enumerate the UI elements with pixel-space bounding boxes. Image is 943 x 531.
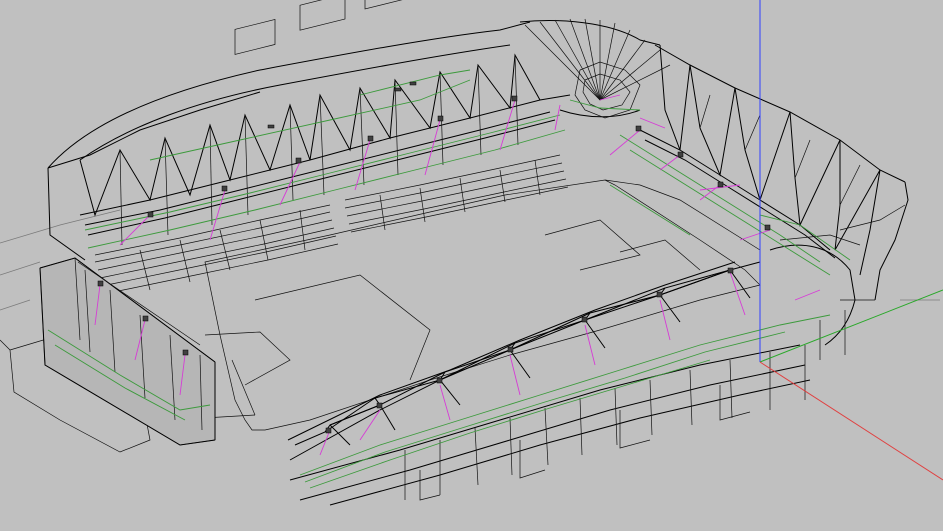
south-stand [287,261,831,506]
pitch [169,179,761,431]
3d-viewport[interactable] [0,0,943,531]
north-stand [47,0,571,295]
northeast-corner [519,18,671,119]
east-stand [609,44,909,360]
wireframe-scene [0,0,943,506]
west-stand [39,257,216,446]
